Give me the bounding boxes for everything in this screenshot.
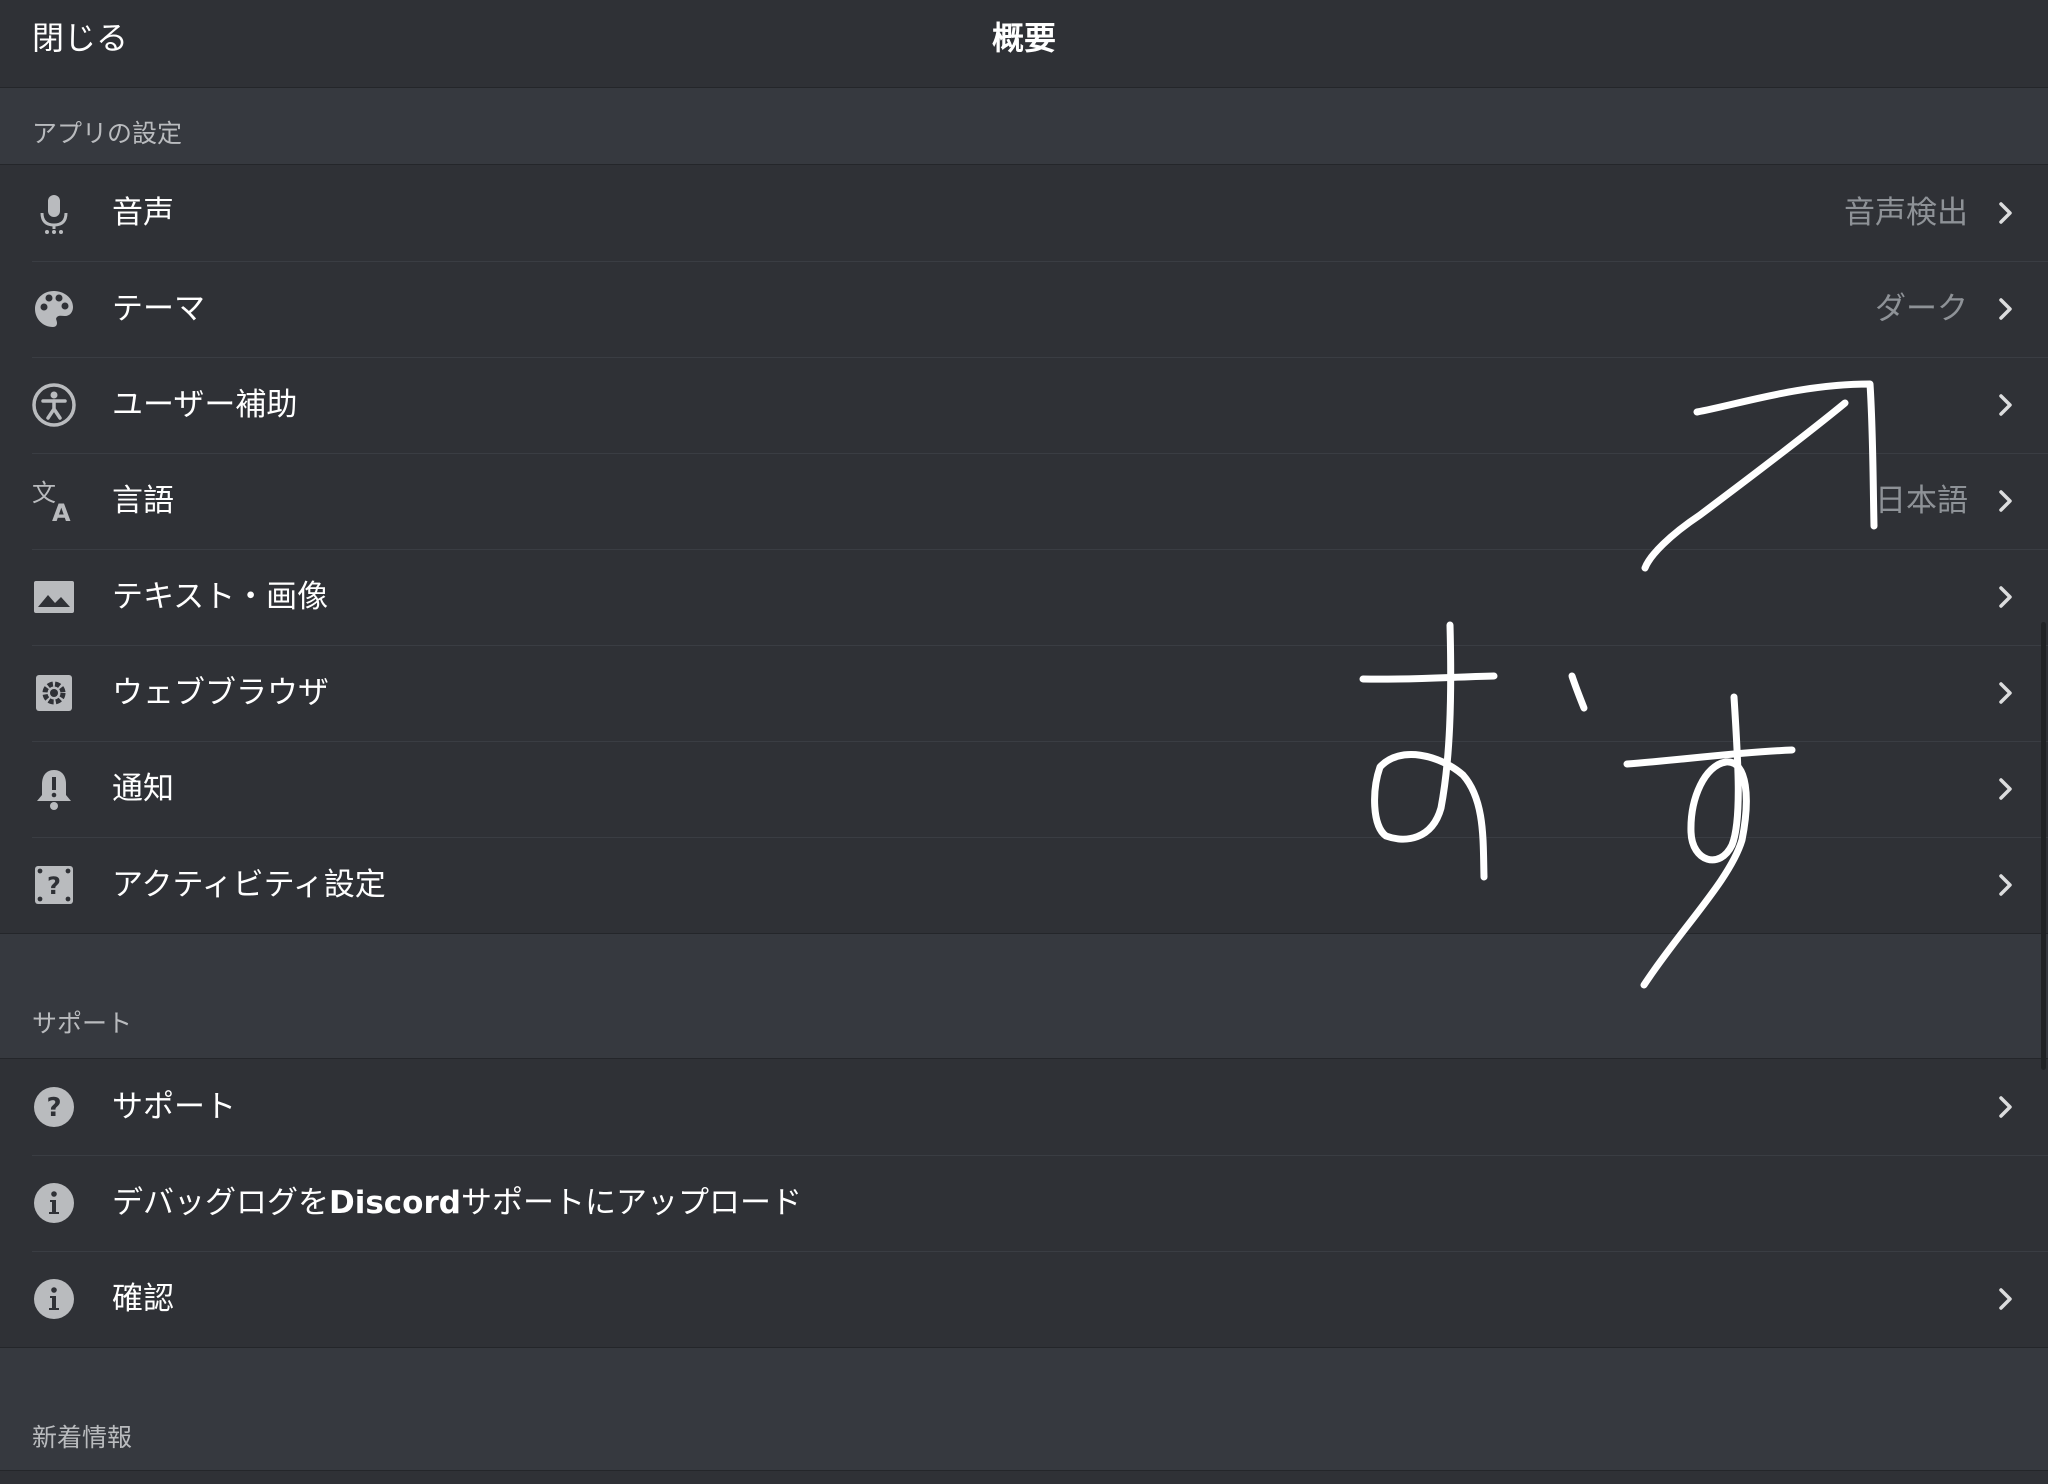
image-icon (30, 573, 78, 621)
row-label: 通知 (112, 771, 174, 807)
chevron-right-icon (1992, 391, 2020, 419)
settings-row-text-images[interactable]: テキスト・画像 (0, 549, 2048, 645)
info-circle-icon (30, 1179, 78, 1227)
section-header-whats-new: 新着情報 (0, 1348, 2048, 1470)
svg-text:?: ? (46, 1093, 61, 1123)
svg-text:?: ? (47, 872, 61, 900)
palette-icon (30, 285, 78, 333)
row-label: 確認 (112, 1281, 174, 1317)
section-title: サポート (32, 1009, 133, 1038)
svg-text:A: A (52, 499, 71, 525)
scrollbar[interactable] (2041, 622, 2046, 1070)
section-title: アプリの設定 (32, 119, 183, 148)
section-header-support: サポート (0, 934, 2048, 1058)
activity-icon: ? (30, 861, 78, 909)
row-label: 音声 (112, 195, 174, 231)
settings-row-language[interactable]: 文A 言語 日本語 (0, 453, 2048, 549)
top-bar: 閉じる 概要 (0, 0, 2048, 88)
chevron-right-icon (1992, 583, 2020, 611)
chevron-right-icon (1992, 1285, 2020, 1313)
settings-row-theme[interactable]: テーマ ダーク (0, 261, 2048, 357)
row-value: 日本語 (1875, 483, 1968, 519)
settings-screen: 閉じる 概要 アプリの設定 音声 音声検出 テーマ ダーク ユーザー補助 文 A… (0, 0, 2048, 1484)
settings-row-notifications[interactable]: 通知 (0, 741, 2048, 837)
settings-row-voice[interactable]: 音声 音声検出 (0, 165, 2048, 261)
row-label: デバッグログをDiscordサポートにアップロード (112, 1155, 802, 1251)
page-title: 概要 (991, 19, 1056, 57)
settings-gear-icon (30, 669, 78, 717)
settings-row-activity[interactable]: ? アクティビティ設定 (0, 837, 2048, 933)
translate-icon: 文A (30, 477, 78, 525)
chevron-right-icon (1992, 295, 2020, 323)
bell-alert-icon (30, 765, 78, 813)
row-label: サポート (112, 1089, 236, 1125)
row-label: テーマ (112, 291, 205, 327)
row-value: 音声検出 (1844, 195, 1968, 231)
settings-row-support[interactable]: ? サポート (0, 1059, 2048, 1155)
label-suffix: サポートにアップロード (460, 1185, 802, 1221)
settings-row-acknowledgements[interactable]: 確認 (0, 1251, 2048, 1347)
chevron-right-icon (1992, 1093, 2020, 1121)
settings-row-accessibility[interactable]: ユーザー補助 (0, 357, 2048, 453)
row-label: テキスト・画像 (112, 579, 329, 615)
row-value: ダーク (1875, 291, 1968, 327)
chevron-right-icon (1992, 679, 2020, 707)
chevron-right-icon (1992, 199, 2020, 227)
app-settings-group: 音声 音声検出 テーマ ダーク ユーザー補助 文A 言語 日本語 テキスト・画像… (0, 164, 2048, 934)
whats-new-group (0, 1470, 2048, 1484)
row-label: アクティビティ設定 (112, 867, 386, 903)
chevron-right-icon (1992, 871, 2020, 899)
settings-row-web-browser[interactable]: ウェブブラウザ (0, 645, 2048, 741)
support-group: ? サポート デバッグログをDiscordサポートにアップロード 確認 (0, 1058, 2048, 1348)
label-prefix: デバッグログを (112, 1185, 329, 1221)
accessibility-icon (30, 381, 78, 429)
label-brand: Discord (329, 1185, 461, 1221)
row-label: ウェブブラウザ (112, 675, 329, 711)
section-title: 新着情報 (32, 1423, 133, 1452)
settings-row-upload-debug-logs[interactable]: デバッグログをDiscordサポートにアップロード (0, 1155, 2048, 1251)
info-circle-icon (30, 1275, 78, 1323)
chevron-right-icon (1992, 487, 2020, 515)
microphone-icon (30, 189, 78, 237)
row-label: 言語 (112, 483, 174, 519)
row-label: ユーザー補助 (112, 387, 298, 423)
section-header-app-settings: アプリの設定 (0, 88, 2048, 164)
chevron-right-icon (1992, 775, 2020, 803)
help-circle-icon: ? (30, 1083, 78, 1131)
